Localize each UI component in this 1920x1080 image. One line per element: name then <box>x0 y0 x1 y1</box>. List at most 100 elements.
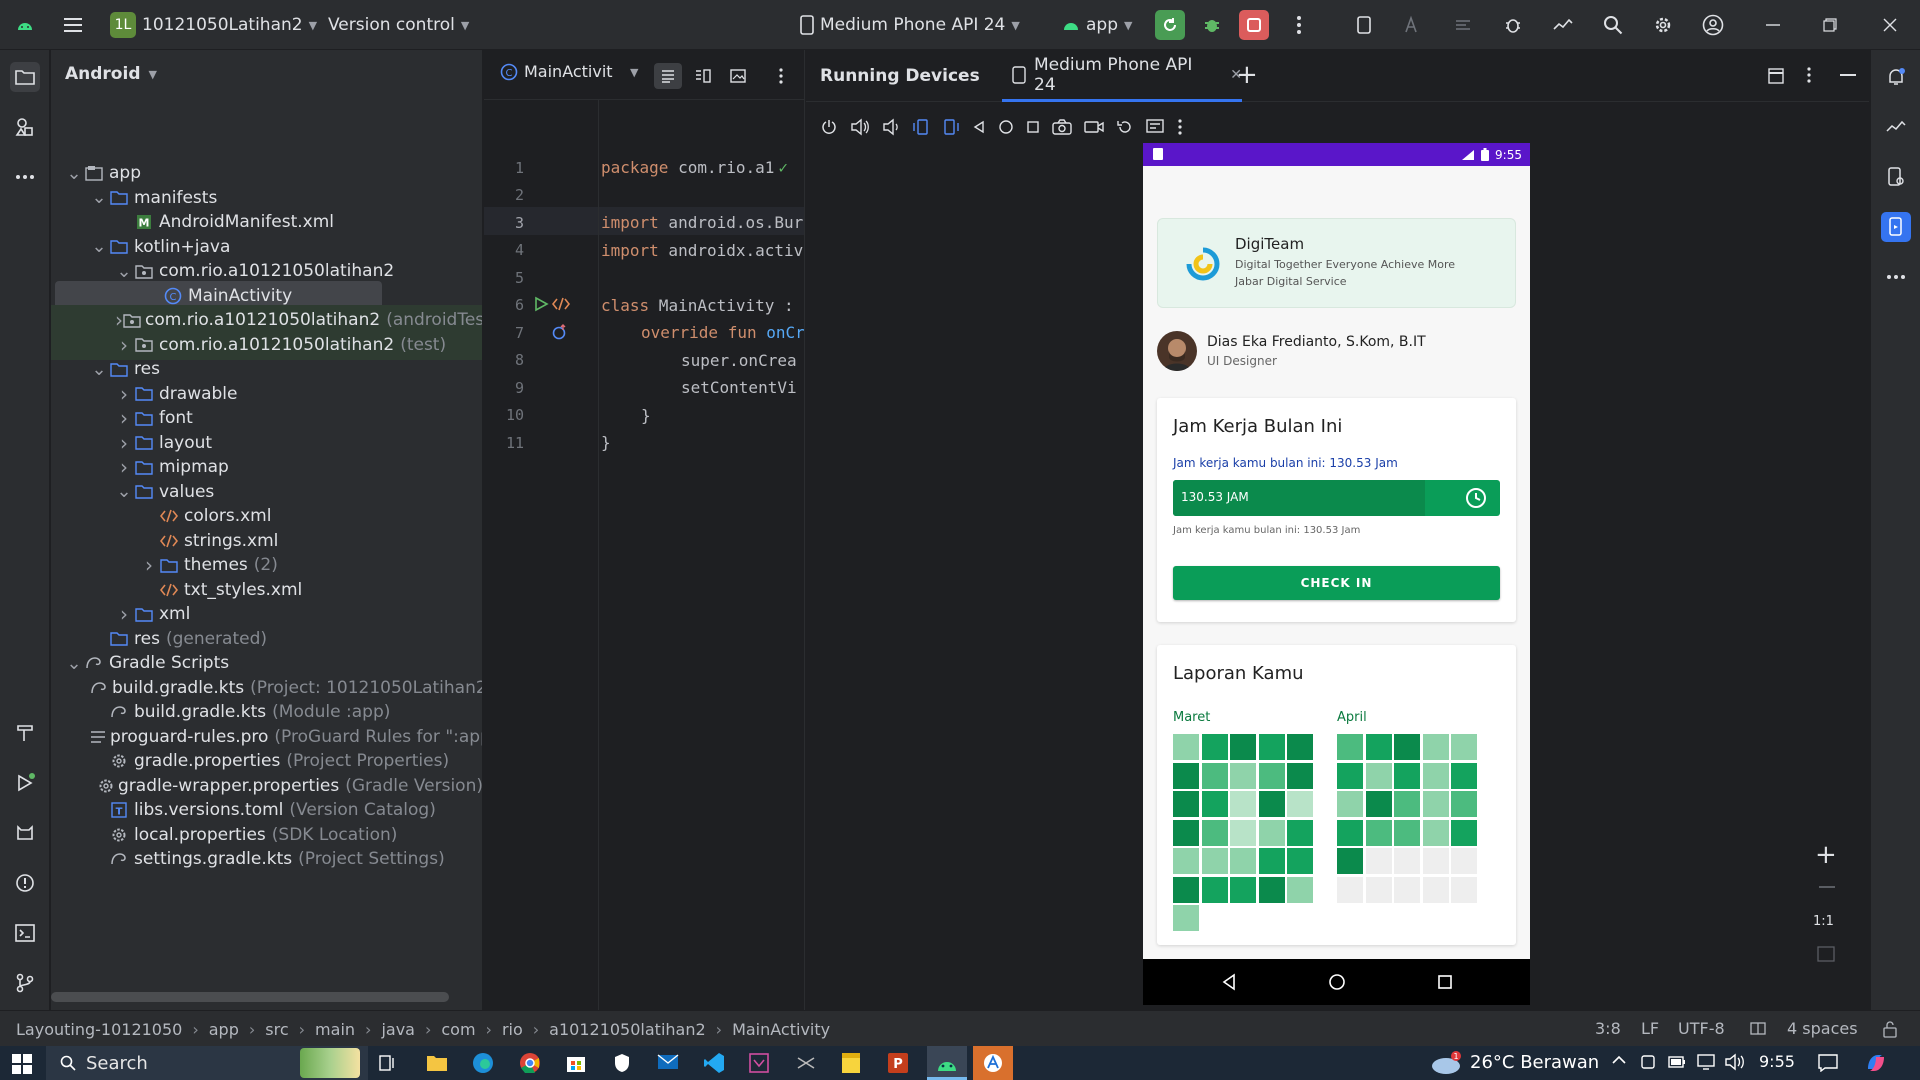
code-line[interactable]: 11} <box>484 429 804 456</box>
device-selector[interactable]: Medium Phone API 24 ▼ <box>800 10 1020 40</box>
search-icon[interactable] <box>1598 10 1628 40</box>
extended-controls-icon[interactable] <box>1146 118 1166 136</box>
chevron-right-icon[interactable]: › <box>115 382 133 406</box>
git-icon[interactable] <box>10 968 40 998</box>
chevron-down-icon[interactable]: ⌄ <box>115 261 133 282</box>
rotate-left-icon[interactable] <box>912 118 930 136</box>
chevron-down-icon[interactable]: ⌄ <box>90 236 108 257</box>
chevron-right-icon[interactable]: › <box>115 602 133 626</box>
chevron-right-icon[interactable]: › <box>115 333 133 357</box>
screen-record-icon[interactable] <box>1084 119 1104 135</box>
zoom-actual-size[interactable]: 1:1 <box>1813 914 1834 929</box>
battery-tray-icon[interactable] <box>1668 1055 1686 1069</box>
mail-icon[interactable] <box>657 1053 679 1071</box>
apply-changes-icon[interactable] <box>1448 10 1478 40</box>
emulator-screen[interactable]: 9:55 DigiTeam Digital Together Everyone … <box>1143 143 1530 1005</box>
gear-icon[interactable] <box>1648 10 1678 40</box>
notifications-bell-icon[interactable] <box>1881 62 1911 92</box>
code-line[interactable]: 1 package com.rio.a1 ✓ <box>484 154 804 181</box>
indent-setting[interactable]: 4 spaces <box>1787 1019 1858 1038</box>
android-studio-canary-icon[interactable] <box>973 1046 1013 1080</box>
vscode-icon[interactable] <box>703 1052 725 1074</box>
task-view-icon[interactable] <box>378 1054 398 1072</box>
volume-up-icon[interactable] <box>850 118 870 136</box>
run-gutter-icon[interactable] <box>533 296 549 312</box>
layout-gutter-icon[interactable] <box>552 296 570 312</box>
copilot-icon[interactable] <box>1864 1051 1888 1075</box>
add-device-icon[interactable]: + <box>1236 60 1258 90</box>
windows-start-icon[interactable] <box>12 1054 32 1074</box>
editor-tab-mainactivity[interactable]: C MainActivit <box>500 62 613 81</box>
speaker-icon[interactable] <box>1724 1053 1746 1071</box>
caret-position[interactable]: 3:8 <box>1595 1019 1621 1038</box>
rerun-icon[interactable] <box>1155 10 1185 40</box>
resource-manager-icon[interactable] <box>10 112 40 142</box>
sticky-notes-icon[interactable] <box>841 1052 861 1074</box>
problems-icon[interactable] <box>10 868 40 898</box>
snapshot-icon[interactable] <box>1116 118 1134 136</box>
zoom-fit-icon[interactable] <box>1817 946 1835 962</box>
breadcrumb-item[interactable]: app <box>209 1020 239 1039</box>
volume-down-icon[interactable] <box>882 118 900 136</box>
more-tools-icon[interactable] <box>10 162 40 192</box>
close-icon[interactable] <box>1875 10 1905 40</box>
tab-dropdown-icon[interactable]: ▼ <box>630 66 638 79</box>
restore-icon[interactable] <box>1815 10 1845 40</box>
breadcrumb-item[interactable]: com <box>441 1020 475 1039</box>
hide-panel-icon[interactable] <box>1840 74 1856 76</box>
back-icon[interactable] <box>972 120 986 134</box>
app-inspection-icon[interactable] <box>1881 112 1911 142</box>
network-icon[interactable] <box>1696 1054 1716 1070</box>
run-icon[interactable] <box>10 768 40 798</box>
avatar[interactable] <box>1157 331 1197 371</box>
chevron-down-icon[interactable]: ⌄ <box>65 163 83 184</box>
horizontal-scrollbar[interactable] <box>51 992 449 1002</box>
chevron-down-icon[interactable]: ⌄ <box>115 481 133 502</box>
attach-debugger-icon[interactable] <box>1498 10 1528 40</box>
project-folder-icon[interactable] <box>10 62 40 92</box>
design-view-icon[interactable] <box>724 63 752 89</box>
device-explorer-icon[interactable] <box>1881 162 1911 192</box>
edge-icon[interactable] <box>472 1052 494 1074</box>
meet-icon[interactable] <box>1640 1054 1656 1072</box>
power-icon[interactable] <box>820 118 838 136</box>
chevron-down-icon[interactable]: ⌄ <box>90 359 108 380</box>
split-view-icon[interactable] <box>689 63 717 89</box>
snipping-tool-icon[interactable] <box>795 1054 817 1072</box>
code-line[interactable]: 8 super.onCrea <box>484 347 804 374</box>
tree-item[interactable]: settings.gradle.kts (Project Settings) <box>51 844 482 874</box>
checkin-button[interactable]: CHECK IN <box>1173 566 1500 600</box>
breadcrumb-item[interactable]: java <box>381 1020 415 1039</box>
camera-icon[interactable] <box>1052 119 1072 135</box>
tray-chevron-up-icon[interactable] <box>1612 1055 1626 1065</box>
project-view-selector[interactable]: Android ▼ <box>65 64 157 84</box>
device-tab[interactable]: Medium Phone API 24 ✕ <box>1002 50 1242 102</box>
device-manager-icon[interactable] <box>1349 10 1379 40</box>
chevron-right-icon[interactable]: › <box>115 455 133 479</box>
powerpoint-icon[interactable]: P <box>887 1052 909 1074</box>
chevron-down-icon[interactable]: ⌄ <box>90 187 108 208</box>
zoom-out-icon[interactable] <box>1819 886 1835 888</box>
visual-studio-icon[interactable] <box>749 1053 769 1073</box>
terminal-icon[interactable] <box>10 918 40 948</box>
window-layout-icon[interactable] <box>1768 68 1784 84</box>
file-explorer-icon[interactable] <box>426 1053 448 1073</box>
line-ending[interactable]: LF <box>1641 1019 1659 1038</box>
code-line[interactable]: 7 override fun onCr <box>484 319 804 346</box>
chevron-down-icon[interactable]: ⌄ <box>65 653 83 674</box>
translate-icon[interactable] <box>1398 10 1428 40</box>
profiler-icon[interactable] <box>1548 10 1578 40</box>
toolbar-more-icon[interactable] <box>1178 119 1182 135</box>
editor-more-icon[interactable] <box>771 63 791 89</box>
lock-icon[interactable] <box>1882 1020 1898 1038</box>
chevron-right-icon[interactable]: › <box>115 431 133 455</box>
right-more-icon[interactable] <box>1881 262 1911 292</box>
version-control-menu[interactable]: Version control ▼ <box>328 10 469 40</box>
breadcrumb-item[interactable]: a10121050latihan2 <box>549 1020 705 1039</box>
taskbar-search[interactable]: Search <box>46 1046 368 1080</box>
main-menu-icon[interactable] <box>58 10 88 40</box>
more-actions-icon[interactable] <box>1284 10 1314 40</box>
code-line[interactable]: 9 setContentVi <box>484 374 804 401</box>
weather-text[interactable]: 26°C Berawan <box>1470 1052 1599 1073</box>
taskbar-clock[interactable]: 9:55 <box>1759 1052 1795 1071</box>
